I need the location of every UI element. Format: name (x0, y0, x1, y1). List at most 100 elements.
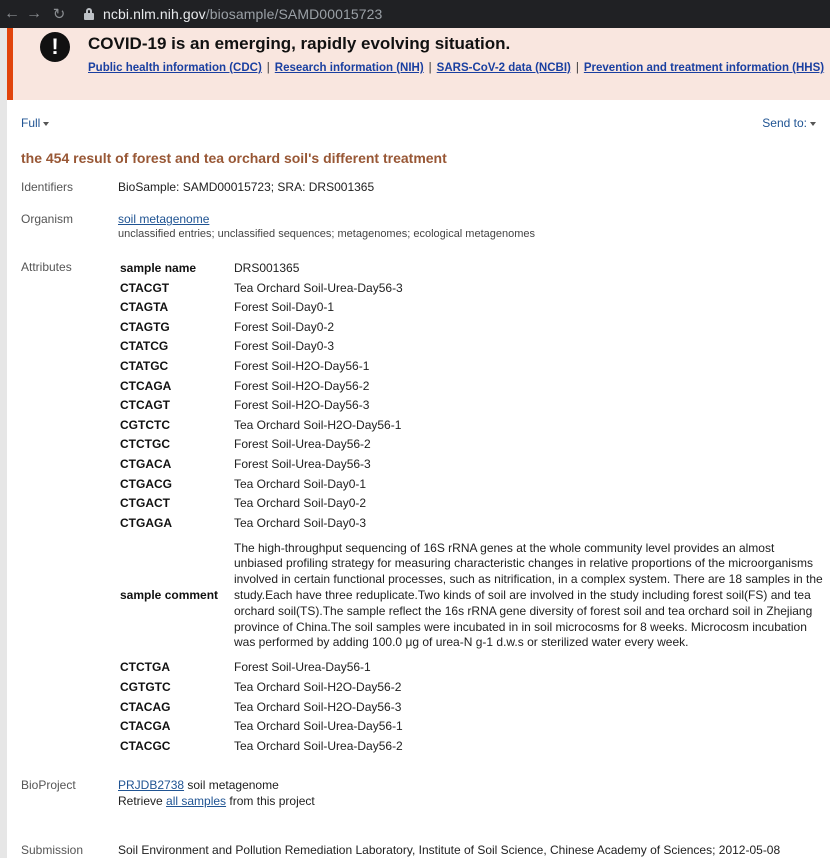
url-domain: ncbi.nlm.nih.gov (103, 6, 206, 22)
attribute-row: CTCTGC Forest Soil-Urea-Day56-2 (118, 435, 824, 455)
attribute-value: Forest Soil-Day0-2 (234, 319, 335, 334)
attribute-value: Tea Orchard Soil-Urea-Day56-2 (234, 738, 403, 753)
ncbi-link[interactable]: SARS-CoV-2 data (NCBI) (437, 62, 571, 74)
attribute-value: Tea Orchard Soil-H2O-Day56-3 (234, 699, 402, 714)
attribute-value: Tea Orchard Soil-Urea-Day56-3 (234, 280, 403, 295)
attributes-table: sample name DRS001365 CTACGT Tea Orchard So… (118, 259, 824, 756)
attribute-row: CTATCG Forest Soil-Day0-3 (118, 337, 824, 357)
attribute-key: CTCAGT (120, 398, 170, 413)
attribute-key: CTATGC (120, 358, 169, 373)
attribute-row: CGTGTC Tea Orchard Soil-H2O-Day56-2 (118, 678, 824, 698)
attribute-value: Forest Soil-H2O-Day56-1 (234, 358, 370, 373)
url-path: /biosample/SAMD00015723 (205, 6, 383, 22)
address-bar[interactable]: ncbi.nlm.nih.gov/biosample/SAMD00015723 (103, 6, 382, 22)
attribute-key: sample comment (120, 588, 219, 603)
attribute-key: CTAGTA (120, 300, 169, 315)
send-to-label: Send to: (762, 116, 807, 130)
attribute-key: CTGACT (120, 496, 170, 511)
identifiers-label: Identifiers (21, 180, 74, 194)
page-left-edge (0, 28, 7, 858)
caret-down-icon (43, 121, 50, 126)
forward-arrow-icon[interactable]: → (23, 5, 45, 23)
caret-down-icon (810, 121, 816, 126)
attribute-value: Tea Orchard Soil-H2O-Day56-2 (234, 679, 402, 694)
back-arrow-icon[interactable]: ← (1, 5, 23, 23)
attribute-key: CTAGTG (120, 319, 170, 334)
separator: | (575, 62, 579, 74)
organism-link[interactable]: soil metagenome (118, 212, 209, 226)
attribute-key: CTACGT (120, 280, 170, 295)
attribute-value: Tea Orchard Soil-H2O-Day56-1 (234, 417, 402, 432)
separator: | (428, 62, 432, 74)
attribute-value: The high-throughput sequencing of 16S rR… (234, 540, 823, 650)
attribute-row: CTCAGT Forest Soil-H2O-Day56-3 (118, 396, 824, 416)
attribute-key: CTCTGC (120, 437, 170, 452)
format-label: Full (21, 116, 41, 130)
retrieve-line: Retrieve all samples from this project (118, 794, 315, 808)
lock-icon[interactable] (84, 8, 94, 20)
submission-label: Submission (21, 843, 84, 857)
banner-links: Public health information (CDC) | Research… (88, 62, 824, 74)
attribute-row: CTCTGA Forest Soil-Urea-Day56-1 (118, 658, 824, 678)
attribute-key: CTACAG (120, 699, 171, 714)
attribute-key: CTCTGA (120, 660, 170, 675)
attribute-row: CTGACA Forest Soil-Urea-Day56-3 (118, 455, 824, 475)
attribute-row: CTGACG Tea Orchard Soil-Day0-1 (118, 475, 824, 495)
identifiers-value: BioSample: SAMD00015723; SRA: DRS001365 (118, 180, 375, 194)
attribute-value: Forest Soil-H2O-Day56-3 (234, 398, 370, 413)
attribute-value: Forest Soil-Urea-Day56-1 (234, 660, 371, 675)
attribute-row: CTACGT Tea Orchard Soil-Urea-Day56-3 (118, 279, 824, 299)
attribute-row: CGTCTC Tea Orchard Soil-H2O-Day56-1 (118, 416, 824, 436)
attribute-value: Forest Soil-Day0-1 (234, 300, 335, 315)
attribute-value: Tea Orchard Soil-Day0-2 (234, 496, 367, 511)
attribute-value: Tea Orchard Soil-Urea-Day56-1 (234, 719, 403, 734)
attribute-value: Forest Soil-Day0-3 (234, 339, 335, 354)
separator: | (266, 62, 270, 74)
attribute-key: CTGACA (120, 456, 172, 471)
attribute-row: sample name DRS001365 (118, 259, 824, 279)
send-to-dropdown[interactable]: Send to: (762, 116, 816, 130)
browser-toolbar: ← → ↻ ncbi.nlm.nih.gov/biosample/SAMD000… (0, 0, 830, 28)
organism-lineage: unclassified entries; unclassified seque… (118, 228, 536, 240)
nih-link[interactable]: Research information (NIH) (275, 62, 424, 74)
organism-block: soil metagenome (118, 212, 209, 226)
cdc-link[interactable]: Public health information (CDC) (88, 62, 262, 74)
all-samples-link[interactable]: all samples (166, 794, 226, 808)
attribute-key: CTGACG (120, 476, 172, 491)
retrieve-prefix: Retrieve (118, 794, 167, 808)
retrieve-suffix: from this project (226, 794, 315, 808)
attribute-row: CTATGC Forest Soil-H2O-Day56-1 (118, 357, 824, 377)
attribute-row: CTGAGA Tea Orchard Soil-Day0-3 (118, 514, 824, 534)
covid-banner: ! COVID-19 is an emerging, rapidly evolv… (7, 28, 830, 100)
hhs-link[interactable]: Prevention and treatment information (HH… (584, 62, 824, 74)
attribute-value: Forest Soil-Urea-Day56-2 (234, 437, 371, 452)
banner-headline: COVID-19 is an emerging, rapidly evolvin… (88, 34, 511, 53)
attributes-label: Attributes (21, 260, 72, 274)
bioproject-link[interactable]: PRJDB2738 (118, 778, 184, 792)
page-title: the 454 result of forest and tea orchard… (21, 150, 447, 166)
attribute-row: CTACGC Tea Orchard Soil-Urea-Day56-2 (118, 737, 824, 757)
attribute-key: CTCAGA (120, 378, 172, 393)
bioproject-name: soil metagenome (184, 778, 279, 792)
bioproject-label: BioProject (21, 778, 76, 792)
exclamation-alert-icon: ! (40, 32, 70, 62)
attribute-value: Forest Soil-Urea-Day56-3 (234, 456, 371, 471)
attribute-row: sample comment The high-throughput sequen… (118, 533, 824, 658)
attribute-key: CTGAGA (120, 515, 172, 530)
bioproject-value: PRJDB2738 soil metagenome (118, 778, 279, 792)
attribute-key: CGTGTC (120, 679, 171, 694)
attribute-row: CTACAG Tea Orchard Soil-H2O-Day56-3 (118, 698, 824, 718)
attribute-row: CTGACT Tea Orchard Soil-Day0-2 (118, 494, 824, 514)
attribute-row: CTAGTA Forest Soil-Day0-1 (118, 298, 824, 318)
attribute-value: Tea Orchard Soil-Day0-1 (234, 476, 367, 491)
attribute-row: CTACGA Tea Orchard Soil-Urea-Day56-1 (118, 717, 824, 737)
reload-icon[interactable]: ↻ (48, 5, 70, 23)
attribute-key: CTATCG (120, 339, 169, 354)
attribute-value: Forest Soil-H2O-Day56-2 (234, 378, 370, 393)
submission-value: Soil Environment and Pollution Remediati… (118, 843, 781, 857)
attribute-row: CTCAGA Forest Soil-H2O-Day56-2 (118, 377, 824, 397)
organism-label: Organism (21, 212, 74, 226)
format-dropdown[interactable]: Full (21, 116, 50, 130)
attribute-key: CTACGA (120, 719, 171, 734)
attribute-key: CGTCTC (120, 417, 170, 432)
